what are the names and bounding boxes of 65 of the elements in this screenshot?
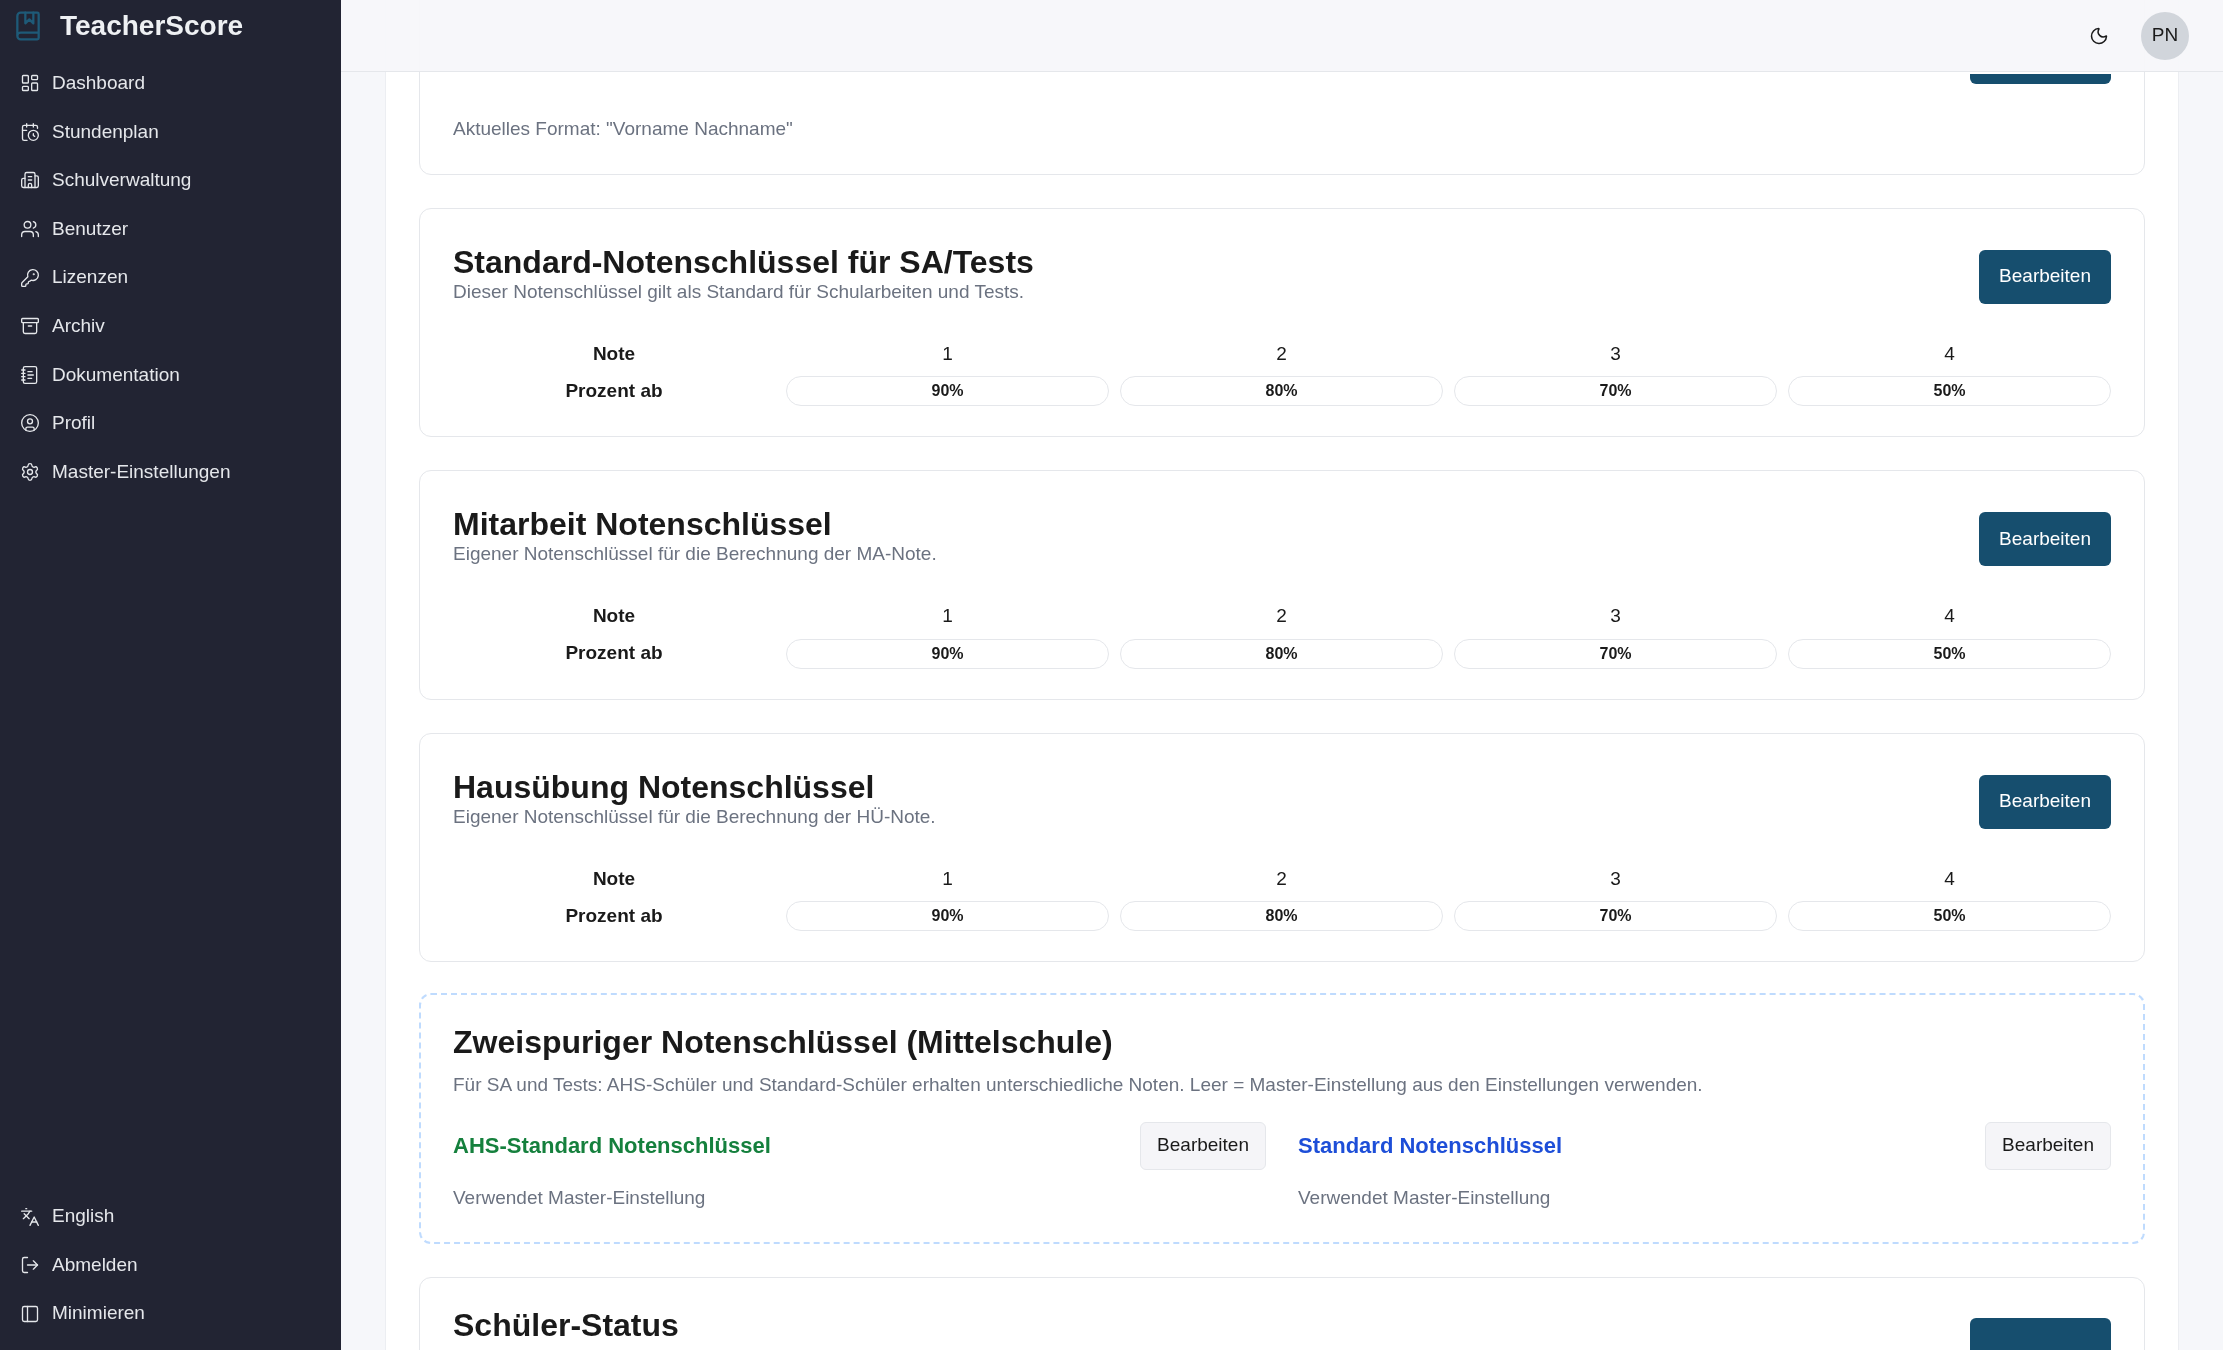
grade-label: 4 [1943,866,1956,891]
grade-label: 1 [941,604,954,628]
track-status: Verwendet Master-Einstellung [453,1185,707,1210]
sidebar-item[interactable]: Abmelden [0,1240,341,1290]
grade-label: 1 [941,341,954,366]
card-title: Standard-Notenschlüssel für SA/Tests [453,242,1034,281]
settings-icon [20,462,40,483]
format-text: Aktuelles Format: "Vorname Nachname" [453,117,794,141]
sidebar-item[interactable]: Stundenplan [0,107,341,157]
grade-label: 2 [1275,604,1288,628]
dark-mode-icon[interactable] [2089,25,2109,46]
grade-label: 4 [1943,604,1956,628]
calendar-clock-icon [20,121,40,142]
user-circle-icon [20,413,40,434]
key-icon [20,267,40,288]
edit-button[interactable]: Bearbeiten [1985,1121,2111,1170]
card-subtitle: Eigener Notenschlüssel für die Berechnung der MA-Note. [453,543,937,565]
row-label: Note [591,341,637,366]
grade-label: 3 [1609,604,1622,628]
language-icon [20,1206,40,1227]
sidebar-item[interactable]: Dokumentation [0,350,341,400]
edit-button[interactable]: Bearbeiten [1979,512,2111,566]
sidebar-panel-icon [20,1303,40,1324]
sidebar-item[interactable]: Benutzer [0,204,341,254]
grade-label: 3 [1609,866,1622,891]
row-label: Prozent ab [564,641,664,666]
grade-label: 2 [1275,341,1288,366]
building-icon [20,170,40,191]
grade-label: 4 [1943,341,1956,366]
user-avatar[interactable]: PN [2141,11,2189,60]
edit-button[interactable]: Bearbeiten [1979,249,2111,304]
track-title: Standard Notenschlüssel [1298,1132,1563,1160]
grade-label: 3 [1609,341,1622,366]
sidebar-item[interactable]: Schulverwaltung [0,156,341,205]
card-title: Zweispuriger Notenschlüssel (Mittelschule) [453,1023,1114,1061]
grade-label: 2 [1275,866,1288,891]
logout-icon [20,1255,40,1276]
row-label: Prozent ab [564,378,664,403]
users-icon [20,219,40,240]
row-label: Note [591,604,637,628]
dashboard-icon [20,73,40,94]
sidebar-item[interactable]: Lizenzen [0,253,341,302]
card-title: Mitarbeit Notenschlüssel [453,505,833,543]
card-description: Für SA und Tests: AHS-Schüler und Standard-Schüler erhalten unterschiedliche Noten. Leer = Master-Einstellung aus den Einstellungen verwenden. [453,1073,1704,1097]
sidebar-item[interactable]: Minimieren [0,1289,341,1338]
sidebar-item[interactable]: Profil [0,399,341,448]
card-subtitle: Dieser Notenschlüssel gilt als Standard für Schularbeiten und Tests. [453,280,1025,303]
card-title: Hausübung Notenschlüssel [453,767,876,806]
grade-label: 1 [941,866,954,891]
brand-name: TeacherScore [60,9,244,43]
edit-button[interactable]: Bearbeiten [1140,1121,1266,1170]
archive-icon [20,316,40,337]
edit-button[interactable]: Bearbeiten [1979,774,2111,829]
notebook-icon [20,364,40,385]
row-label: Prozent ab [564,903,664,928]
card-title: Schüler-Status [453,1306,679,1344]
card-subtitle: Eigener Notenschlüssel für die Berechnung der HÜ-Note. [453,805,936,828]
sidebar-item[interactable]: Archiv [0,301,341,351]
sidebar-item[interactable]: Dashboard [0,59,341,108]
track-title: AHS-Standard Notenschlüssel [453,1132,771,1160]
edit-button[interactable] [1970,74,2111,84]
track-status: Verwendet Master-Einstellung [1298,1185,1552,1210]
sidebar-item[interactable]: Master-Einstellungen [0,447,341,497]
row-label: Note [591,866,637,891]
sidebar-item[interactable]: English [0,1192,341,1241]
